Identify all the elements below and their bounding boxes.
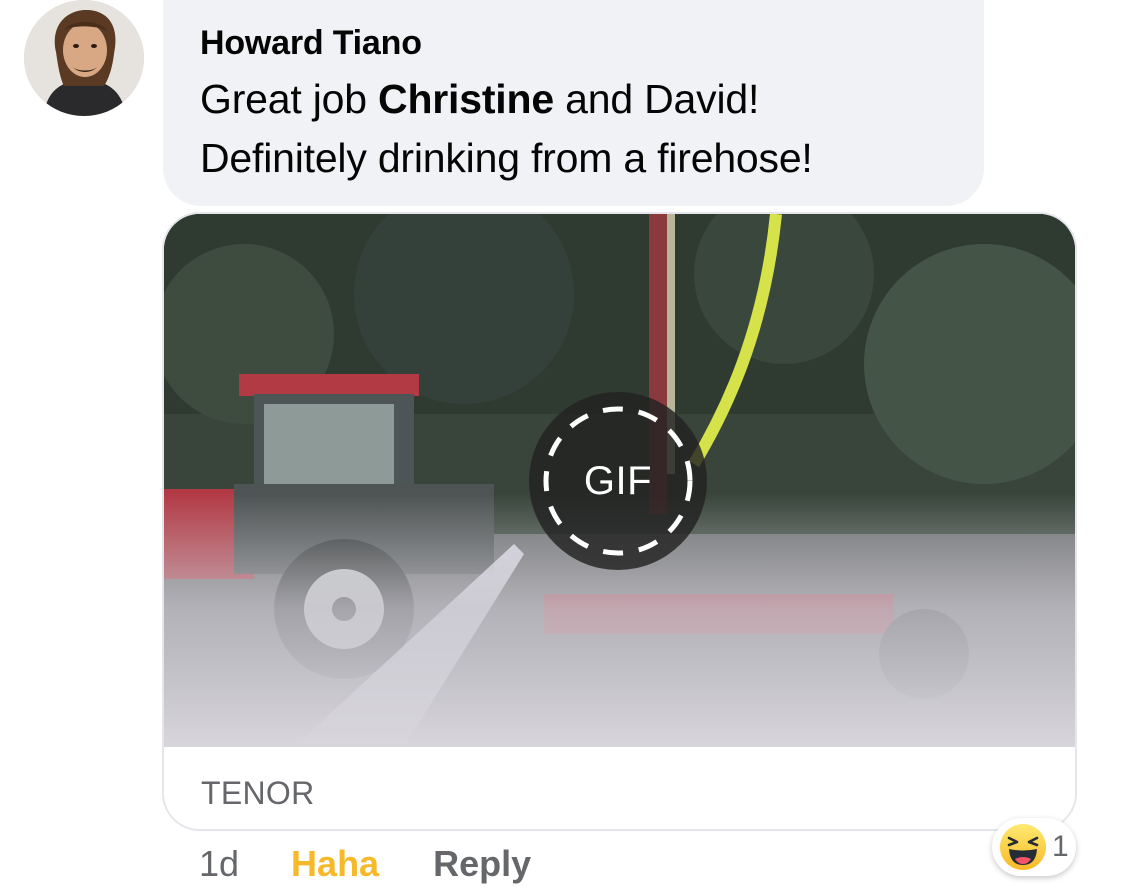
reaction-count: 1	[1052, 830, 1069, 863]
gif-source[interactable]: TENOR	[201, 775, 315, 811]
gif-play-button[interactable]: GIF	[529, 392, 707, 570]
avatar[interactable]	[24, 0, 144, 116]
comment-text: Great job Christine and David! Definitely…	[200, 70, 948, 188]
reply-button[interactable]: Reply	[433, 843, 531, 885]
mention-link[interactable]: Christine	[378, 76, 554, 122]
haha-emoji-icon	[1000, 824, 1046, 870]
gif-label: GIF	[583, 458, 653, 503]
comment-thread: Howard Tiano Great job Christine and Dav…	[0, 0, 1124, 892]
avatar-photo	[24, 0, 144, 116]
comment-text-line2: Definitely drinking from a firehose!	[200, 135, 813, 181]
comment-text-part1: Great job	[200, 76, 379, 122]
reaction-button[interactable]: Haha	[291, 843, 379, 885]
comment-text-part2: and David!	[553, 76, 760, 122]
gif-footer: TENOR	[164, 747, 1075, 829]
comment-author[interactable]: Howard Tiano	[200, 22, 948, 64]
gif-preview[interactable]: GIF	[164, 214, 1075, 747]
comment-bubble: Howard Tiano Great job Christine and Dav…	[163, 0, 984, 206]
comment-actions: 1d Haha Reply	[199, 840, 531, 888]
gif-attachment[interactable]: GIF TENOR	[162, 212, 1077, 831]
comment-timestamp[interactable]: 1d	[199, 843, 239, 885]
reaction-summary[interactable]: 1	[992, 818, 1076, 876]
